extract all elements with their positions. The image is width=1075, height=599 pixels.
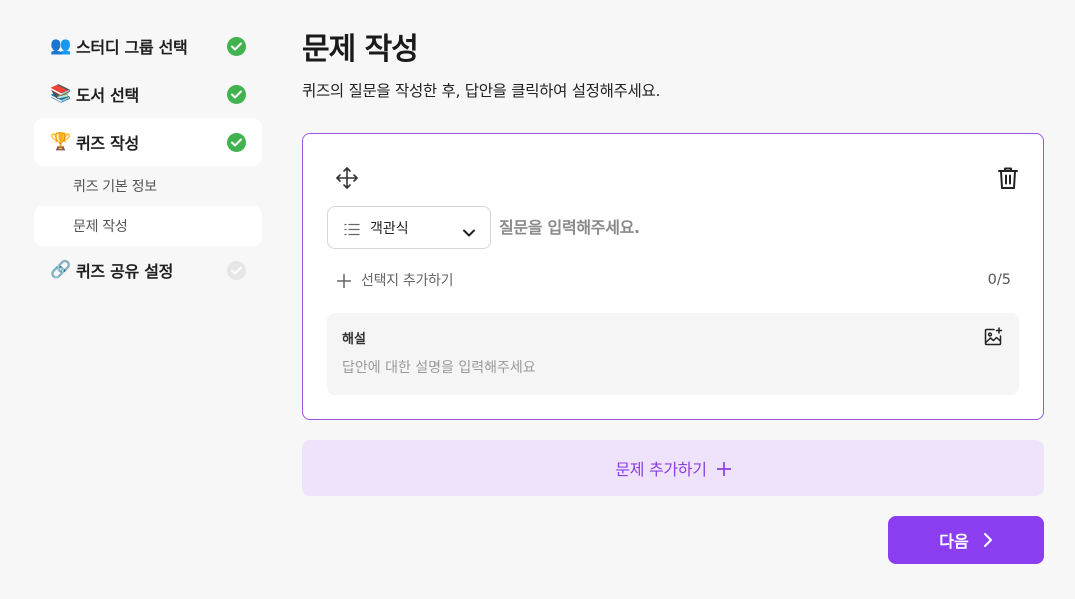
sidebar-step-label: 도서 선택 [76,86,139,105]
trash-icon[interactable] [997,166,1019,190]
explanation-box: 해설 [327,313,1019,395]
sidebar-step-label: 퀴즈 공유 설정 [76,262,174,281]
trophy-emoji-icon: 🏆 [50,131,72,152]
plus-icon [716,461,732,477]
plus-icon [336,273,352,289]
add-image-icon[interactable] [983,327,1003,347]
sidebar-step-book[interactable]: 📚 도서 선택 [34,70,262,118]
people-emoji-icon: 👥 [50,35,72,56]
explanation-title: 해설 [342,332,366,347]
question-card: 객관식 선택지 추가하기 0/5 해설 [302,133,1044,420]
sidebar-step-quiz-share[interactable]: 🔗 퀴즈 공유 설정 [34,246,262,294]
next-label: 다음 [939,532,969,551]
sidebar-step-quiz-write[interactable]: 🏆 퀴즈 작성 [34,118,262,166]
sidebar-step-study-group[interactable]: 👥 스터디 그룹 선택 [34,22,262,70]
check-done-icon [227,132,246,152]
choice-count: 0/5 [987,272,1011,288]
chevron-down-icon [462,223,476,236]
sidebar: 👥 스터디 그룹 선택 📚 도서 선택 🏆 퀴즈 작성 퀴즈 기본 정보 문제 … [34,22,262,294]
list-icon [344,221,362,235]
books-emoji-icon: 📚 [50,83,72,104]
sidebar-step-label: 퀴즈 작성 [76,134,139,153]
check-pending-icon [227,260,246,280]
add-question-label: 문제 추가하기 [615,460,707,479]
check-done-icon [227,84,246,104]
question-type-value: 객관식 [370,220,409,237]
question-type-select[interactable]: 객관식 [327,206,491,249]
next-button[interactable]: 다음 [888,516,1044,564]
page-title: 문제 작성 [302,32,419,67]
sidebar-substep-question-write[interactable]: 문제 작성 [34,206,262,246]
move-drag-handle-icon[interactable] [335,166,359,190]
page-description: 퀴즈의 질문을 작성한 후, 답안을 클릭하여 설정해주세요. [302,82,661,100]
add-choice-label: 선택지 추가하기 [361,273,454,289]
sidebar-substep-quiz-info[interactable]: 퀴즈 기본 정보 [34,166,262,206]
chevron-right-icon [983,532,993,548]
add-question-button[interactable]: 문제 추가하기 [302,440,1044,496]
explanation-input[interactable] [342,357,942,379]
link-emoji-icon: 🔗 [50,259,72,280]
add-choice-button[interactable]: 선택지 추가하기 [336,270,454,290]
question-input[interactable] [499,212,919,242]
sidebar-step-label: 스터디 그룹 선택 [76,38,188,57]
check-done-icon [227,36,246,56]
